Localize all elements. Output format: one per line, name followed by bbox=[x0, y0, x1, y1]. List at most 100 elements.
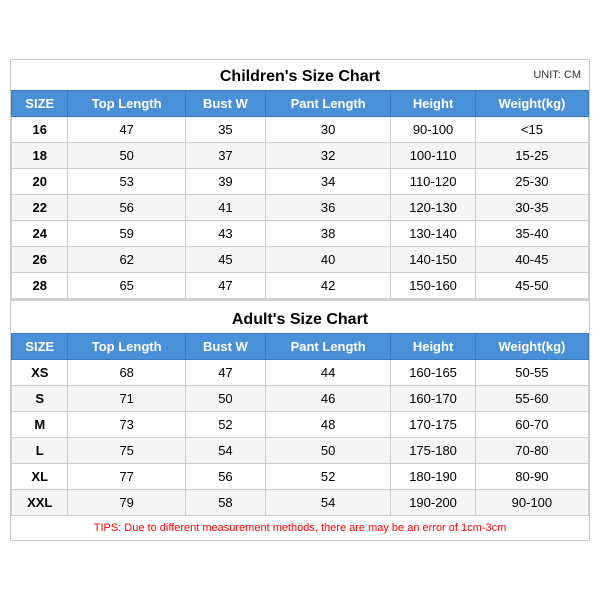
table-cell: 50 bbox=[185, 386, 265, 412]
children-title: Children's Size Chart UNIT: CM bbox=[11, 60, 589, 90]
table-cell: 75 bbox=[68, 438, 185, 464]
table-cell: 40-45 bbox=[475, 247, 588, 273]
table-cell: 40 bbox=[266, 247, 391, 273]
table-cell: 90-100 bbox=[391, 117, 476, 143]
adults-header-row: SIZE Top Length Bust W Pant Length Heigh… bbox=[12, 334, 589, 360]
table-row: 20533934110-12025-30 bbox=[12, 169, 589, 195]
adults-title-text: Adult's Size Chart bbox=[232, 311, 368, 328]
table-cell: 53 bbox=[68, 169, 185, 195]
table-cell: 65 bbox=[68, 273, 185, 299]
table-cell: 170-175 bbox=[391, 412, 476, 438]
table-cell: 68 bbox=[68, 360, 185, 386]
table-row: 28654742150-16045-50 bbox=[12, 273, 589, 299]
children-unit-label: UNIT: CM bbox=[533, 69, 581, 81]
table-cell: 110-120 bbox=[391, 169, 476, 195]
table-cell: 62 bbox=[68, 247, 185, 273]
table-cell: 180-190 bbox=[391, 464, 476, 490]
table-cell: L bbox=[12, 438, 68, 464]
table-row: XS684744160-16550-55 bbox=[12, 360, 589, 386]
table-cell: 46 bbox=[266, 386, 391, 412]
table-cell: 90-100 bbox=[475, 490, 588, 516]
table-cell: 43 bbox=[185, 221, 265, 247]
table-cell: 44 bbox=[266, 360, 391, 386]
children-col-pant-length: Pant Length bbox=[266, 91, 391, 117]
table-cell: 48 bbox=[266, 412, 391, 438]
table-cell: 42 bbox=[266, 273, 391, 299]
table-cell: 39 bbox=[185, 169, 265, 195]
table-cell: 20 bbox=[12, 169, 68, 195]
table-row: XXL795854190-20090-100 bbox=[12, 490, 589, 516]
table-cell: 56 bbox=[68, 195, 185, 221]
table-cell: 56 bbox=[185, 464, 265, 490]
table-cell: 26 bbox=[12, 247, 68, 273]
adults-col-weight: Weight(kg) bbox=[475, 334, 588, 360]
table-cell: XL bbox=[12, 464, 68, 490]
adults-col-size: SIZE bbox=[12, 334, 68, 360]
children-col-top-length: Top Length bbox=[68, 91, 185, 117]
children-col-weight: Weight(kg) bbox=[475, 91, 588, 117]
adults-col-height: Height bbox=[391, 334, 476, 360]
table-cell: 47 bbox=[185, 360, 265, 386]
table-cell: 50 bbox=[68, 143, 185, 169]
table-cell: 120-130 bbox=[391, 195, 476, 221]
table-cell: 37 bbox=[185, 143, 265, 169]
table-cell: 47 bbox=[185, 273, 265, 299]
table-cell: 45 bbox=[185, 247, 265, 273]
table-cell: 35-40 bbox=[475, 221, 588, 247]
table-cell: 58 bbox=[185, 490, 265, 516]
table-cell: 175-180 bbox=[391, 438, 476, 464]
table-cell: 15-25 bbox=[475, 143, 588, 169]
table-row: 24594338130-14035-40 bbox=[12, 221, 589, 247]
table-cell: 50 bbox=[266, 438, 391, 464]
table-cell: 160-165 bbox=[391, 360, 476, 386]
table-cell: 71 bbox=[68, 386, 185, 412]
table-cell: 73 bbox=[68, 412, 185, 438]
table-cell: 50-55 bbox=[475, 360, 588, 386]
table-cell: 79 bbox=[68, 490, 185, 516]
table-row: M735248170-17560-70 bbox=[12, 412, 589, 438]
table-cell: 100-110 bbox=[391, 143, 476, 169]
table-cell: 77 bbox=[68, 464, 185, 490]
children-title-text: Children's Size Chart bbox=[220, 68, 380, 85]
table-cell: 70-80 bbox=[475, 438, 588, 464]
table-cell: 54 bbox=[266, 490, 391, 516]
children-col-bust-w: Bust W bbox=[185, 91, 265, 117]
table-row: 18503732100-11015-25 bbox=[12, 143, 589, 169]
table-cell: 35 bbox=[185, 117, 265, 143]
table-cell: 140-150 bbox=[391, 247, 476, 273]
table-cell: 25-30 bbox=[475, 169, 588, 195]
table-cell: 32 bbox=[266, 143, 391, 169]
table-cell: 52 bbox=[185, 412, 265, 438]
adults-col-pant-length: Pant Length bbox=[266, 334, 391, 360]
table-cell: S bbox=[12, 386, 68, 412]
table-cell: 24 bbox=[12, 221, 68, 247]
table-cell: 30-35 bbox=[475, 195, 588, 221]
adults-col-top-length: Top Length bbox=[68, 334, 185, 360]
table-cell: 36 bbox=[266, 195, 391, 221]
table-cell: 52 bbox=[266, 464, 391, 490]
children-col-size: SIZE bbox=[12, 91, 68, 117]
table-cell: 150-160 bbox=[391, 273, 476, 299]
children-header-row: SIZE Top Length Bust W Pant Length Heigh… bbox=[12, 91, 589, 117]
table-row: S715046160-17055-60 bbox=[12, 386, 589, 412]
table-cell: 38 bbox=[266, 221, 391, 247]
tips-text: TIPS: Due to different measurement metho… bbox=[11, 516, 589, 540]
table-cell: 18 bbox=[12, 143, 68, 169]
children-col-height: Height bbox=[391, 91, 476, 117]
table-cell: M bbox=[12, 412, 68, 438]
table-cell: 60-70 bbox=[475, 412, 588, 438]
table-cell: 190-200 bbox=[391, 490, 476, 516]
table-cell: XXL bbox=[12, 490, 68, 516]
adults-table: SIZE Top Length Bust W Pant Length Heigh… bbox=[11, 333, 589, 516]
size-chart-container: Children's Size Chart UNIT: CM SIZE Top … bbox=[10, 59, 590, 541]
table-cell: 47 bbox=[68, 117, 185, 143]
table-cell: 16 bbox=[12, 117, 68, 143]
table-cell: 59 bbox=[68, 221, 185, 247]
table-cell: 80-90 bbox=[475, 464, 588, 490]
table-row: 22564136120-13030-35 bbox=[12, 195, 589, 221]
table-cell: 45-50 bbox=[475, 273, 588, 299]
table-row: L755450175-18070-80 bbox=[12, 438, 589, 464]
table-row: XL775652180-19080-90 bbox=[12, 464, 589, 490]
table-cell: 54 bbox=[185, 438, 265, 464]
table-cell: 41 bbox=[185, 195, 265, 221]
